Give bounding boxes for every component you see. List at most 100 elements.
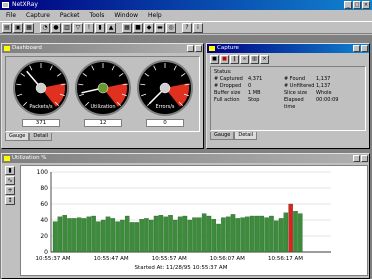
tab-gauge[interactable]: Gauge	[5, 133, 30, 141]
alarm-icon[interactable]: !	[84, 22, 94, 33]
history-maximize-button[interactable]	[361, 155, 368, 162]
bar	[149, 219, 154, 253]
netmap-icon[interactable]: ◎	[166, 22, 176, 33]
history-minimize-button[interactable]	[353, 155, 360, 162]
host-icon[interactable]: ■	[133, 22, 143, 33]
capture-status-label: Status:	[214, 69, 232, 75]
stats-icon[interactable]: ▮	[95, 22, 105, 33]
detail-icon[interactable]: ▥	[62, 22, 72, 33]
bar	[293, 211, 298, 253]
stat-label: Elapsed time	[284, 97, 304, 110]
filter-icon[interactable]: ▽	[73, 22, 83, 33]
zoom-icon[interactable]: +	[5, 186, 15, 195]
matrix-icon[interactable]: ▦	[122, 22, 132, 33]
scroll-icon[interactable]: ↕	[5, 196, 15, 205]
bar	[168, 215, 173, 253]
stat-value: Whole	[316, 90, 332, 96]
print-icon[interactable]: ▦	[24, 22, 34, 33]
stat-value: 00:00:09	[316, 97, 339, 103]
menu-help[interactable]: Help	[146, 10, 164, 21]
stop-icon[interactable]: ■	[210, 55, 219, 64]
binoculars-icon[interactable]: ∞	[240, 55, 249, 64]
gauge-hub	[159, 82, 171, 94]
y-tick-label: 60	[40, 201, 48, 208]
bar	[91, 215, 96, 253]
y-tick-label: 20	[40, 233, 48, 240]
bar	[62, 215, 67, 253]
open-icon[interactable]: ▤	[2, 22, 12, 33]
bar	[153, 215, 159, 253]
save-icon[interactable]: ▣	[13, 22, 23, 33]
bar	[52, 221, 58, 253]
bar	[206, 215, 212, 253]
stat-value: Stop	[248, 97, 260, 103]
menu-packet[interactable]: Packet	[58, 10, 82, 21]
dashboard-minimize-button[interactable]	[187, 45, 194, 52]
chart-icon[interactable]: ▲	[106, 22, 116, 33]
gauge-panel: Packets/s 371 Utilization 12 Errors/s 0	[5, 56, 200, 132]
y-tick-label: 100	[37, 169, 49, 176]
bar	[216, 223, 221, 253]
dashboard-icon[interactable]: ◔	[40, 22, 50, 33]
x-tick-label: 10:55:57 AM	[152, 256, 187, 262]
utilization-chart: 0 20 40 60 80 100 10:55:37 AM 10:55:47 AM 10:55:…	[20, 165, 368, 276]
play-icon[interactable]: ■	[220, 55, 229, 64]
minimize-button[interactable]: _	[344, 1, 352, 9]
errors-gauge-label: Errors/s	[155, 104, 175, 110]
tab-detail[interactable]: Detail	[234, 132, 258, 140]
history-icon[interactable]: ▬	[155, 22, 165, 33]
netxray-window: NetXRay _ □ × File Capture Packet Tools …	[0, 0, 372, 279]
bar	[269, 215, 274, 253]
menu-file[interactable]: File	[4, 10, 18, 21]
dashboard-title-bar[interactable]: Dashboard	[2, 44, 203, 53]
capture-maximize-button[interactable]	[361, 45, 368, 52]
bar	[57, 216, 63, 253]
x-tick-label: 10:56:17 AM	[268, 256, 303, 262]
capture-row: Buffer size 1 MB Slice size Whole	[214, 90, 362, 97]
view-icon[interactable]: ▥	[250, 55, 259, 64]
tab-gauge[interactable]: Gauge	[210, 132, 235, 140]
stat-value: 1,137	[316, 83, 331, 89]
y-tick-label: 0	[44, 249, 48, 256]
bar	[249, 215, 255, 253]
close-button[interactable]: ×	[362, 1, 370, 9]
bar	[211, 219, 217, 253]
capture-window-icon	[209, 46, 215, 51]
help-icon[interactable]: ?	[182, 22, 192, 33]
gauge-hub	[35, 82, 47, 94]
tab-detail[interactable]: Detail	[29, 133, 53, 141]
protocol-icon[interactable]: ◆	[144, 22, 154, 33]
window-title: NetXRay	[12, 1, 38, 8]
bar	[67, 218, 72, 253]
menu-tools[interactable]: Tools	[88, 10, 107, 21]
utilization-gauge-label: Utilization	[90, 104, 116, 110]
menu-capture[interactable]: Capture	[24, 10, 52, 21]
dashboard-maximize-button[interactable]	[195, 45, 202, 52]
bar	[235, 218, 241, 253]
capture-minimize-button[interactable]	[353, 45, 360, 52]
bar	[96, 221, 101, 253]
packets-gauge-label: Packets/s	[29, 104, 53, 110]
history-title-bar[interactable]: Utilization %	[2, 154, 369, 163]
menu-window[interactable]: Window	[112, 10, 140, 21]
capture-title-bar[interactable]: Capture	[207, 44, 369, 53]
stat-label: Buffer size	[214, 90, 241, 96]
capture-window: Capture ■ ■ ‖ ∞ ▥ × Status: # Captured 4…	[206, 43, 370, 149]
capture-row: Full action Stop Elapsed time 00:00:09	[214, 97, 362, 110]
bar-icon[interactable]: ▮	[5, 166, 15, 175]
history-title: Utilization %	[12, 155, 47, 161]
bar	[124, 215, 130, 253]
errors-gauge-value: 0	[146, 119, 184, 127]
history-window-icon	[4, 156, 10, 161]
about-icon[interactable]: i	[193, 22, 203, 33]
bar	[173, 219, 178, 253]
capture-icon[interactable]: ●	[51, 22, 61, 33]
pause-icon[interactable]: ‖	[230, 55, 239, 64]
x-tick-label: 10:56:07 AM	[210, 256, 245, 262]
dashboard-title: Dashboard	[12, 45, 42, 51]
maximize-button[interactable]: □	[353, 1, 361, 9]
errors-gauge: Errors/s 0	[136, 59, 194, 127]
close-icon[interactable]: ×	[260, 55, 269, 64]
line-icon[interactable]: ∿	[5, 176, 15, 185]
bar	[129, 222, 135, 253]
